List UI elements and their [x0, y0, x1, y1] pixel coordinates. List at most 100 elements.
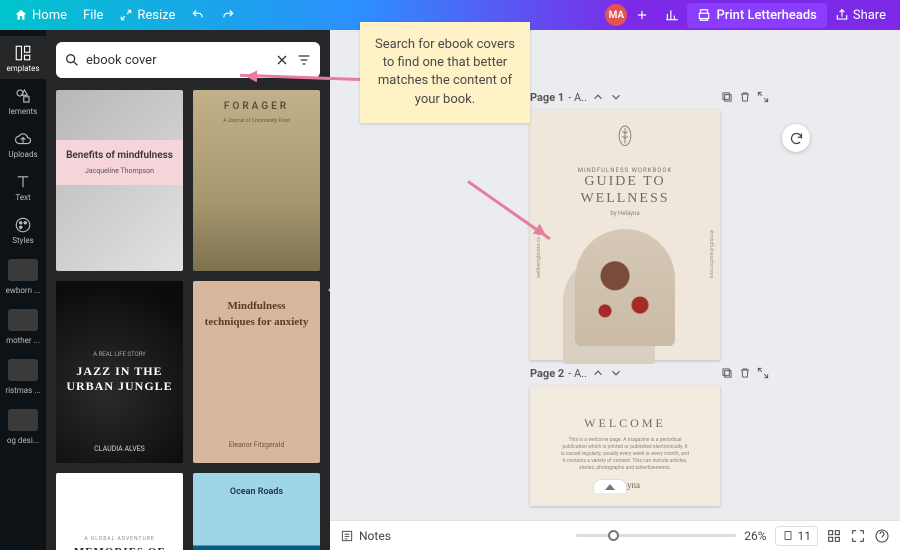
template-card[interactable]: Ocean Roads — [193, 473, 320, 550]
print-label: Print Letterheads — [716, 8, 816, 23]
plant-icon — [617, 124, 633, 147]
template-author: Eleanor Fitzgerald — [229, 441, 285, 449]
template-card[interactable]: A REAL LIFE STORYJAZZ IN THE URBAN JUNGL… — [56, 281, 183, 462]
page-label: Page 1 — [530, 91, 564, 104]
filter-icon[interactable] — [296, 52, 312, 68]
page-1-canvas[interactable]: MINDFULNESS WORKBOOK GUIDE TO WELLNESS b… — [530, 110, 720, 360]
trash-icon[interactable] — [738, 366, 752, 380]
template-card[interactable]: Mindfulness techniques for anxiety Eleano… — [193, 281, 320, 462]
clear-icon[interactable] — [274, 52, 290, 68]
share-button[interactable]: Share — [827, 4, 894, 27]
file-menu[interactable]: File — [75, 4, 111, 27]
help-icon[interactable] — [874, 528, 890, 544]
rail-recent-1-label: ewborn ... — [6, 286, 41, 295]
plus-icon — [635, 8, 649, 22]
rail-uploads[interactable]: Uploads — [0, 122, 46, 165]
resize-icon — [119, 8, 133, 22]
resize-button[interactable]: Resize — [111, 4, 183, 27]
zoom-value: 26% — [744, 529, 766, 543]
fullscreen-icon[interactable] — [850, 528, 866, 544]
share-icon — [835, 8, 849, 22]
print-button[interactable]: Print Letterheads — [687, 3, 826, 28]
page2-title: WELCOME — [584, 416, 666, 431]
duplicate-icon[interactable] — [720, 366, 734, 380]
notes-label: Notes — [359, 529, 391, 543]
chevron-up-icon[interactable] — [591, 90, 605, 104]
pages-icon — [782, 530, 794, 542]
file-label: File — [83, 8, 103, 23]
thumb-icon — [8, 359, 38, 381]
add-member-button[interactable] — [627, 4, 657, 26]
template-title: MEMORIES OF THE SEA — [64, 546, 175, 550]
rail-recent-3[interactable]: ristmas ... — [0, 351, 46, 401]
template-card[interactable]: A GLOBAL ADVENTUREMEMORIES OF THE SEAA R… — [56, 473, 183, 550]
page-header-1: Page 1 - A.. — [530, 90, 770, 104]
thumb-icon — [8, 409, 38, 431]
redo-button[interactable] — [213, 4, 243, 26]
rail-styles-label: Styles — [12, 236, 33, 245]
rail-text[interactable]: Text — [0, 165, 46, 208]
notes-button[interactable]: Notes — [340, 529, 391, 543]
template-title: Ocean Roads — [230, 487, 283, 497]
page-subtitle: - A.. — [568, 367, 587, 380]
page-count[interactable]: 11 — [775, 526, 819, 546]
rail-recent-2-label: mother ... — [6, 336, 40, 345]
refresh-icon — [789, 131, 804, 146]
rail-recent-2[interactable]: mother ... — [0, 301, 46, 351]
duplicate-icon[interactable] — [720, 90, 734, 104]
page-subtitle: - A.. — [568, 91, 587, 104]
rail-uploads-label: Uploads — [8, 150, 37, 159]
template-panel: Benefits of mindfulnessJacqueline Thomps… — [46, 30, 330, 550]
expand-icon[interactable] — [756, 366, 770, 380]
uploads-icon — [14, 130, 32, 148]
trash-icon[interactable] — [738, 90, 752, 104]
rail-elements[interactable]: lements — [0, 79, 46, 122]
grid-view-icon[interactable] — [826, 528, 842, 544]
avatar[interactable]: MA — [605, 4, 627, 26]
expand-icon[interactable] — [756, 90, 770, 104]
rail-text-label: Text — [15, 193, 30, 202]
template-title: Mindfulness techniques for anxiety — [203, 299, 310, 330]
home-icon — [14, 8, 28, 22]
page1-title: GUIDE TO WELLNESS — [544, 174, 706, 208]
refresh-button[interactable] — [782, 124, 810, 152]
rail-recent-4[interactable]: og desi... — [0, 401, 46, 451]
page-header-2: Page 2 - A.. — [530, 366, 770, 380]
template-author: CLAUDIA ALVES — [94, 445, 145, 453]
elements-icon — [14, 87, 32, 105]
template-author: A Journal of Community Food — [223, 118, 289, 124]
rail-recent-1[interactable]: ewborn ... — [0, 251, 46, 301]
chevron-down-icon[interactable] — [609, 366, 623, 380]
zoom-knob[interactable] — [608, 530, 619, 541]
search-icon — [64, 52, 80, 68]
undo-icon — [191, 8, 205, 22]
page2-body: This is a welcome page. A magazine is a … — [560, 437, 690, 472]
page-tray-toggle[interactable] — [593, 479, 627, 493]
template-author: Jacqueline Thompson — [62, 167, 177, 175]
chevron-down-icon[interactable] — [609, 90, 623, 104]
share-label: Share — [853, 8, 886, 23]
template-title: JAZZ IN THE URBAN JUNGLE — [64, 364, 175, 394]
template-grid: Benefits of mindfulnessJacqueline Thomps… — [56, 90, 320, 550]
rail-elements-label: lements — [9, 107, 38, 116]
rail-recent-3-label: ristmas ... — [5, 386, 40, 395]
text-icon — [14, 173, 32, 191]
bottom-bar: Notes 26% 11 — [330, 520, 900, 550]
redo-icon — [221, 8, 235, 22]
template-card[interactable]: Benefits of mindfulnessJacqueline Thomps… — [56, 90, 183, 271]
chevron-up-icon[interactable] — [591, 366, 605, 380]
rail-templates[interactable]: emplates — [0, 36, 46, 79]
page1-byline: by Helayna — [610, 210, 639, 217]
undo-button[interactable] — [183, 4, 213, 26]
search-input-wrap — [56, 42, 320, 78]
search-input[interactable] — [86, 53, 268, 68]
template-card[interactable]: FORAGERA Journal of Community Food — [193, 90, 320, 271]
rail-styles[interactable]: Styles — [0, 208, 46, 251]
zoom-slider[interactable] — [576, 534, 736, 537]
panel-collapse-handle[interactable] — [322, 266, 330, 314]
home-button[interactable]: Home — [6, 4, 75, 27]
page1-kicker: MINDFULNESS WORKBOOK — [578, 167, 673, 174]
rail-templates-label: emplates — [6, 64, 39, 73]
insights-button[interactable] — [657, 4, 687, 26]
page1-side-right: #mindfulnessformore — [708, 230, 714, 278]
